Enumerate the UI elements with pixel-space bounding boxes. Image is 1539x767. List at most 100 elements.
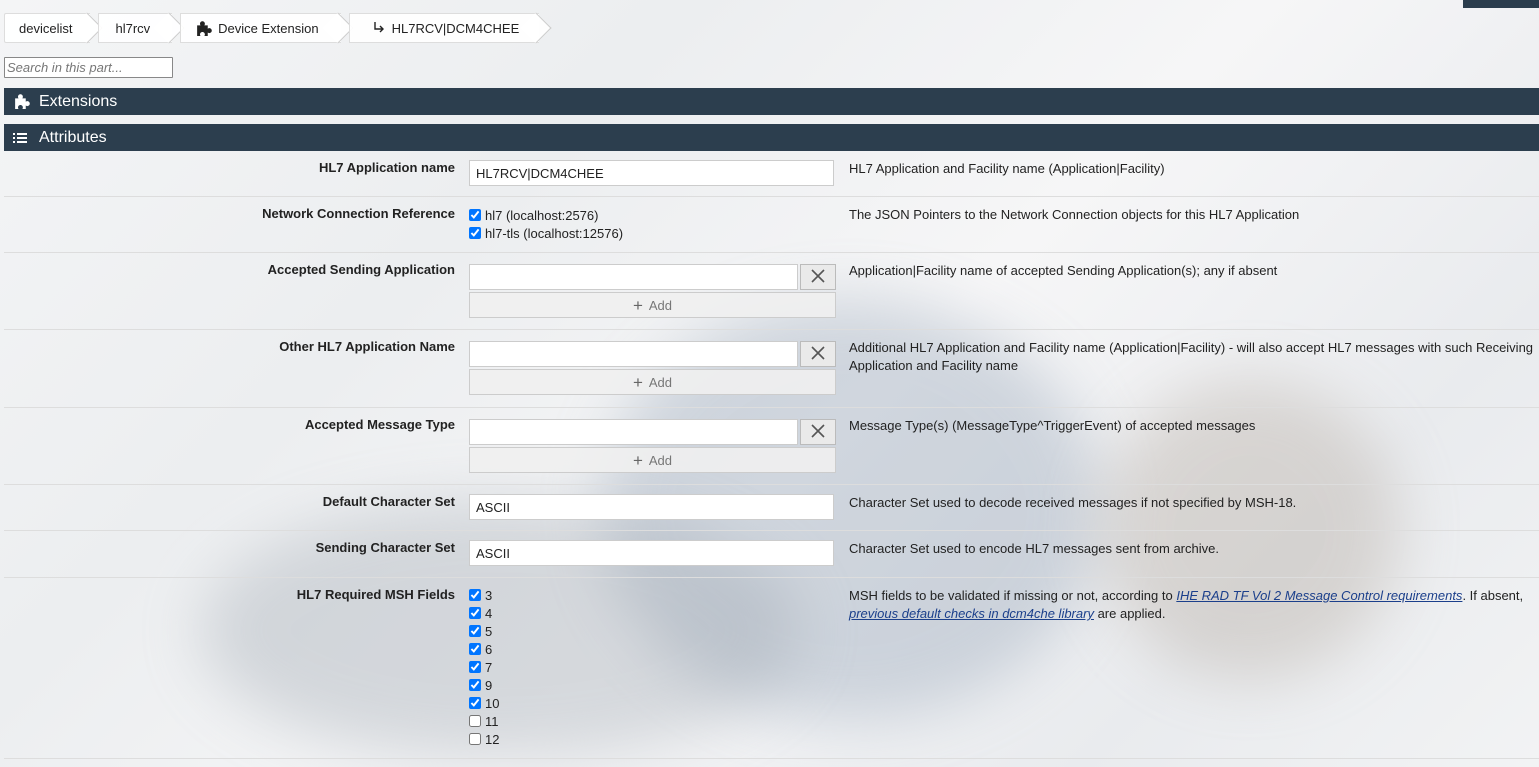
breadcrumb-label: devicelist xyxy=(19,20,73,36)
field-description: Character Set used to decode received me… xyxy=(849,495,1297,510)
option-label: 7 xyxy=(485,659,493,675)
add-label: Add xyxy=(648,297,673,313)
msh-field-option[interactable]: 6 xyxy=(469,640,836,658)
msh-field-option[interactable]: 5 xyxy=(469,622,836,640)
section-title: Attributes xyxy=(39,128,107,146)
msh-field-option[interactable]: 4 xyxy=(469,604,836,622)
checkbox[interactable] xyxy=(469,697,481,709)
row-sending-charset: Sending Character Set Character Set used… xyxy=(4,531,1539,578)
checkbox[interactable] xyxy=(469,589,481,601)
breadcrumb-device-extension[interactable]: Device Extension xyxy=(180,13,341,43)
option-label: 3 xyxy=(485,587,493,603)
desc-text: are applied. xyxy=(1093,606,1166,621)
row-accepted-message-type: Accepted Message Type + Add Message Type(… xyxy=(4,408,1539,485)
accepted-sending-input[interactable] xyxy=(469,264,798,290)
option-label: hl7 (localhost:2576) xyxy=(485,207,599,223)
desc-text: . If absent, xyxy=(1462,588,1524,603)
breadcrumb-label: Device Extension xyxy=(218,20,319,36)
field-label: HL7 Required MSH Fields xyxy=(296,587,455,602)
add-button[interactable]: + Add xyxy=(469,292,836,318)
msh-field-option[interactable]: 10 xyxy=(469,694,836,712)
checkbox[interactable] xyxy=(469,227,481,239)
checkbox[interactable] xyxy=(469,661,481,673)
checkbox[interactable] xyxy=(469,733,481,745)
checkbox[interactable] xyxy=(469,209,481,221)
window-corner-tab xyxy=(1463,0,1539,8)
close-icon xyxy=(811,268,825,286)
puzzle-icon xyxy=(13,93,33,110)
breadcrumb-hl7rcv[interactable]: hl7rcv xyxy=(98,13,173,43)
breadcrumb-label: HL7RCV|DCM4CHEE xyxy=(391,20,520,36)
field-label: Network Connection Reference xyxy=(262,206,455,221)
msh-field-option[interactable]: 9 xyxy=(469,676,836,694)
row-required-msh-fields: HL7 Required MSH Fields 3 4 5 6 7 9 10 11 12 MSH… xyxy=(4,578,1539,759)
add-label: Add xyxy=(648,452,673,468)
search-input[interactable] xyxy=(4,57,173,78)
default-charset-input[interactable] xyxy=(469,494,834,520)
plus-icon: + xyxy=(632,295,643,315)
other-app-name-input[interactable] xyxy=(469,341,798,367)
field-label: Default Character Set xyxy=(322,494,455,509)
msh-field-option[interactable]: 11 xyxy=(469,712,836,730)
option-label: hl7-tls (localhost:12576) xyxy=(485,225,624,241)
option-label: 6 xyxy=(485,641,493,657)
breadcrumb-label: hl7rcv xyxy=(115,20,151,36)
row-other-app-name: Other HL7 Application Name + Add Addition… xyxy=(4,330,1539,408)
desc-text: MSH fields to be validated if missing or… xyxy=(849,588,1177,603)
field-description: MSH fields to be validated if missing or… xyxy=(849,587,1539,623)
checkbox[interactable] xyxy=(469,643,481,655)
field-description: HL7 Application and Facility name (Appli… xyxy=(849,161,1165,176)
add-button[interactable]: + Add xyxy=(469,447,836,473)
breadcrumb: devicelist hl7rcv Device Extension HL7RC… xyxy=(4,13,547,43)
msh-field-option[interactable]: 12 xyxy=(469,730,836,748)
field-label: Accepted Message Type xyxy=(304,417,455,432)
msh-field-option[interactable]: 7 xyxy=(469,658,836,676)
checkbox[interactable] xyxy=(469,679,481,691)
breadcrumb-devicelist[interactable]: devicelist xyxy=(4,13,91,43)
option-label: 9 xyxy=(485,677,493,693)
network-connection-option[interactable]: hl7 (localhost:2576) xyxy=(469,206,836,224)
puzzle-icon xyxy=(195,20,212,37)
breadcrumb-hl7rcv-dcm4chee[interactable]: HL7RCV|DCM4CHEE xyxy=(348,13,540,43)
ihe-rad-link[interactable]: IHE RAD TF Vol 2 Message Control require… xyxy=(1176,588,1462,603)
option-label: 11 xyxy=(485,713,499,729)
remove-button[interactable] xyxy=(800,341,836,367)
plus-icon: + xyxy=(632,450,643,470)
dcm4che-defaults-link[interactable]: previous default checks in dcm4che libra… xyxy=(849,606,1094,621)
row-network-connection: Network Connection Reference hl7 (localh… xyxy=(4,197,1539,253)
section-title: Extensions xyxy=(39,92,118,110)
close-icon xyxy=(811,423,825,441)
attributes-section-header[interactable]: Attributes xyxy=(4,124,1539,151)
field-label: Accepted Sending Application xyxy=(267,262,455,277)
accepted-message-type-input[interactable] xyxy=(469,419,798,445)
remove-button[interactable] xyxy=(800,419,836,445)
field-description: Character Set used to encode HL7 message… xyxy=(849,541,1219,556)
field-description: Message Type(s) (MessageType^TriggerEven… xyxy=(849,418,1256,433)
field-label: Other HL7 Application Name xyxy=(279,339,455,354)
app-name-input[interactable] xyxy=(469,160,834,186)
checkbox[interactable] xyxy=(469,715,481,727)
network-connection-option[interactable]: hl7-tls (localhost:12576) xyxy=(469,224,836,242)
remove-button[interactable] xyxy=(800,264,836,290)
field-label: HL7 Application name xyxy=(318,160,455,175)
arrow-return-icon xyxy=(372,21,386,35)
option-label: 10 xyxy=(485,695,500,711)
msh-fields-checkbox-list: 3 4 5 6 7 9 10 11 12 xyxy=(469,586,836,748)
add-label: Add xyxy=(648,374,673,390)
row-accepted-sending-application: Accepted Sending Application + Add Applic… xyxy=(4,253,1539,330)
option-label: 5 xyxy=(485,623,493,639)
checkbox[interactable] xyxy=(469,607,481,619)
attributes-form: HL7 Application name HL7 Application and… xyxy=(4,151,1539,759)
row-app-name: HL7 Application name HL7 Application and… xyxy=(4,151,1539,197)
close-icon xyxy=(811,345,825,363)
checkbox[interactable] xyxy=(469,625,481,637)
row-default-charset: Default Character Set Character Set used… xyxy=(4,485,1539,531)
option-label: 12 xyxy=(485,731,500,747)
plus-icon: + xyxy=(632,372,643,392)
extensions-section-header[interactable]: Extensions xyxy=(4,88,1539,115)
field-description: Additional HL7 Application and Facility … xyxy=(849,340,1534,373)
add-button[interactable]: + Add xyxy=(469,369,836,395)
field-label: Sending Character Set xyxy=(315,540,455,555)
sending-charset-input[interactable] xyxy=(469,540,834,566)
msh-field-option[interactable]: 3 xyxy=(469,586,836,604)
